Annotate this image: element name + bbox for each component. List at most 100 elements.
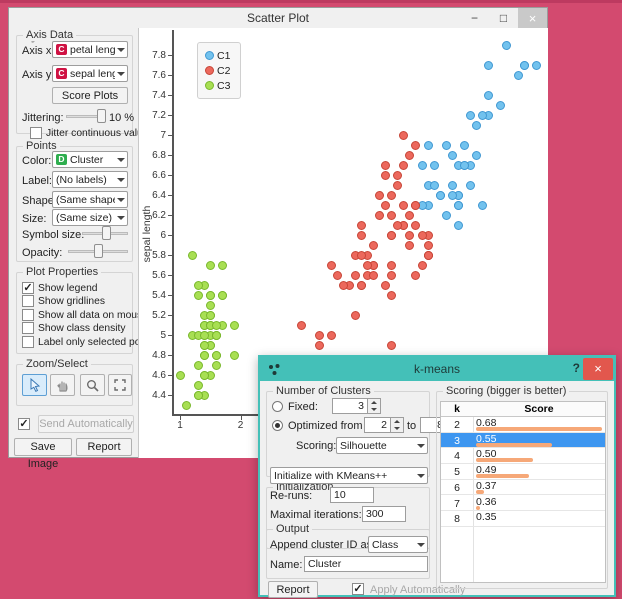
label-select[interactable]: (No labels): [52, 171, 128, 188]
spin-arrows-icon[interactable]: [391, 417, 404, 433]
scatter-point-c2[interactable]: [375, 211, 384, 220]
scatter-point-c2[interactable]: [381, 171, 390, 180]
scatter-point-c2[interactable]: [381, 281, 390, 290]
scatter-point-c1[interactable]: [424, 141, 433, 150]
scatter-point-c2[interactable]: [393, 221, 402, 230]
scatter-point-c2[interactable]: [333, 271, 342, 280]
jitter-continuous-checkbox[interactable]: [30, 127, 42, 139]
scatter-point-c1[interactable]: [454, 201, 463, 210]
report-button[interactable]: Report: [76, 438, 132, 456]
fixed-spinbox[interactable]: 3: [332, 398, 381, 414]
scatter-point-c2[interactable]: [327, 261, 336, 270]
checkbox-show-all-data-on-mouse-hover[interactable]: [22, 309, 34, 321]
reruns-input[interactable]: 10: [330, 487, 374, 503]
help-button[interactable]: ?: [573, 361, 580, 375]
scatter-point-c2[interactable]: [387, 341, 396, 350]
scatter-point-c3[interactable]: [206, 261, 215, 270]
scatter-point-c3[interactable]: [194, 281, 203, 290]
optimized-radio[interactable]: [272, 420, 283, 431]
scatter-point-c3[interactable]: [218, 261, 227, 270]
scatter-point-c2[interactable]: [424, 241, 433, 250]
scatter-point-c3[interactable]: [206, 291, 215, 300]
scatter-point-c3[interactable]: [182, 401, 191, 410]
scatter-point-c1[interactable]: [436, 191, 445, 200]
scatter-point-c3[interactable]: [200, 331, 209, 340]
scatter-point-c2[interactable]: [315, 331, 324, 340]
scoring-row-k5[interactable]: 50.49: [441, 464, 605, 480]
scatter-point-c3[interactable]: [206, 301, 215, 310]
scatter-point-c1[interactable]: [460, 161, 469, 170]
scatter-point-c2[interactable]: [399, 161, 408, 170]
scatter-point-c2[interactable]: [405, 231, 414, 240]
axis-y-select[interactable]: C sepal length: [52, 65, 128, 82]
color-select[interactable]: D Cluster: [52, 151, 128, 168]
checkbox-show-gridlines[interactable]: [22, 295, 34, 307]
scatter-point-c2[interactable]: [327, 331, 336, 340]
scatter-point-c2[interactable]: [387, 191, 396, 200]
scatter-point-c2[interactable]: [387, 211, 396, 220]
fit-view-tool-button[interactable]: [108, 374, 132, 396]
spin-arrows-icon[interactable]: [368, 398, 381, 414]
checkbox-label-only-selected-points[interactable]: [22, 336, 34, 348]
axis-x-select[interactable]: C petal length: [52, 41, 128, 58]
scatter-point-c1[interactable]: [484, 61, 493, 70]
scatter-point-c1[interactable]: [448, 181, 457, 190]
size-select[interactable]: (Same size): [52, 209, 128, 226]
scatter-point-c1[interactable]: [454, 221, 463, 230]
scatter-point-c1[interactable]: [418, 161, 427, 170]
scatter-point-c2[interactable]: [351, 271, 360, 280]
scatter-point-c3[interactable]: [212, 331, 221, 340]
scatter-point-c3[interactable]: [200, 351, 209, 360]
maximize-button[interactable]: □: [489, 8, 518, 29]
scatter-point-c1[interactable]: [484, 91, 493, 100]
save-image-button[interactable]: Save Image: [14, 438, 72, 456]
scatter-point-c3[interactable]: [200, 341, 209, 350]
scatter-point-c1[interactable]: [448, 151, 457, 160]
append-cluster-id-select[interactable]: Class: [368, 536, 428, 553]
scatter-point-c3[interactable]: [218, 291, 227, 300]
apply-automatically-checkbox[interactable]: [352, 583, 364, 595]
scoring-row-k4[interactable]: 40.50: [441, 448, 605, 464]
checkbox-show-class-density[interactable]: [22, 322, 34, 334]
scatter-point-c2[interactable]: [405, 151, 414, 160]
scatter-point-c1[interactable]: [532, 61, 541, 70]
fixed-radio[interactable]: [272, 401, 283, 412]
scatter-point-c2[interactable]: [297, 321, 306, 330]
scatter-point-c2[interactable]: [411, 221, 420, 230]
scatter-point-c1[interactable]: [478, 111, 487, 120]
scatter-point-c2[interactable]: [399, 201, 408, 210]
symbol-size-slider[interactable]: [82, 226, 128, 240]
scoring-row-k3[interactable]: 30.55: [441, 433, 605, 449]
scatter-point-c2[interactable]: [351, 311, 360, 320]
scatter-point-c2[interactable]: [339, 281, 348, 290]
send-automatically-checkbox[interactable]: [18, 418, 30, 430]
scatter-point-c2[interactable]: [393, 181, 402, 190]
scatter-point-c3[interactable]: [194, 361, 203, 370]
scatter-point-c1[interactable]: [466, 111, 475, 120]
scatter-titlebar[interactable]: Scatter Plot − □ ×: [9, 8, 547, 29]
scoring-select[interactable]: Silhouette: [336, 437, 428, 454]
scatter-point-c2[interactable]: [424, 251, 433, 260]
scatter-point-c2[interactable]: [369, 241, 378, 250]
send-automatically-button[interactable]: Send Automatically: [38, 415, 134, 433]
scatter-point-c3[interactable]: [200, 371, 209, 380]
scoring-table[interactable]: k Score 20.6830.5540.5050.4960.3770.3680…: [440, 401, 606, 583]
kmeans-titlebar[interactable]: k-means ? ×: [260, 357, 614, 381]
name-input[interactable]: Cluster: [304, 556, 428, 572]
scatter-point-c2[interactable]: [387, 231, 396, 240]
scatter-point-c2[interactable]: [357, 251, 366, 260]
select-tool-button[interactable]: [22, 374, 47, 396]
scatter-point-c2[interactable]: [387, 271, 396, 280]
scatter-point-c2[interactable]: [363, 261, 372, 270]
scatter-point-c2[interactable]: [357, 231, 366, 240]
scatter-point-c2[interactable]: [411, 271, 420, 280]
scatter-point-c1[interactable]: [496, 101, 505, 110]
plot-legend[interactable]: C1C2C3: [197, 42, 241, 99]
scatter-point-c2[interactable]: [405, 211, 414, 220]
scatter-point-c3[interactable]: [212, 361, 221, 370]
scatter-point-c3[interactable]: [230, 351, 239, 360]
checkbox-show-legend[interactable]: [22, 282, 34, 294]
report-button[interactable]: Report: [268, 581, 318, 598]
shape-select[interactable]: (Same shape): [52, 191, 128, 208]
scatter-point-c3[interactable]: [194, 391, 203, 400]
